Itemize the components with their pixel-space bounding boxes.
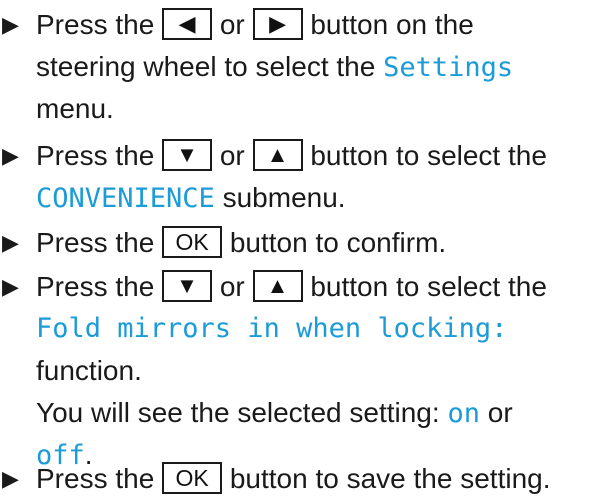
step-text: or [219, 9, 245, 40]
step-text: or [219, 271, 245, 302]
step-text: button to select the [310, 140, 547, 171]
bullet-arrow-icon: ▶ [2, 143, 19, 168]
step-text: button to save the setting. [229, 463, 551, 494]
step-text: button to select the [310, 271, 547, 302]
down-arrow-button: ▼ [162, 269, 213, 302]
setting-on-term: on [447, 398, 480, 429]
step-text: or [487, 397, 513, 428]
right-arrow-button: ▶ [252, 7, 303, 40]
step-text: Press the [36, 271, 155, 302]
settings-menu-term: Settings [383, 52, 514, 83]
step-text: Press the [36, 140, 155, 171]
bullet-arrow-icon: ▶ [2, 274, 19, 299]
up-arrow-button: ▲ [252, 138, 303, 171]
step-text: steering wheel to select the [36, 51, 376, 82]
left-arrow-button: ◀ [162, 7, 213, 40]
down-arrow-button: ▼ [162, 138, 213, 171]
convenience-submenu-term: CONVENIENCE [36, 183, 215, 214]
bullet-arrow-icon: ▶ [2, 12, 19, 37]
step-text: You will see the selected setting: [36, 397, 440, 428]
step-text: menu. [36, 93, 114, 124]
step-text: Press the [36, 463, 155, 494]
step-text: Press the [36, 227, 155, 258]
step-text: submenu. [222, 182, 346, 213]
up-arrow-button: ▲ [252, 269, 303, 302]
step-text: function. [36, 355, 142, 386]
ok-button: OK [162, 225, 223, 258]
ok-button: OK [162, 461, 223, 494]
step-text: Press the [36, 9, 155, 40]
bullet-arrow-icon: ▶ [2, 230, 19, 255]
step-text: button on the [310, 9, 474, 40]
step-text: button to confirm. [229, 227, 447, 258]
instruction-page: ▶ Press the ◀ or ▶ button on the steerin… [0, 0, 606, 502]
step-text: or [219, 140, 245, 171]
fold-mirrors-function-term: Fold mirrors in when locking: [36, 313, 508, 344]
bullet-arrow-icon: ▶ [2, 466, 19, 491]
